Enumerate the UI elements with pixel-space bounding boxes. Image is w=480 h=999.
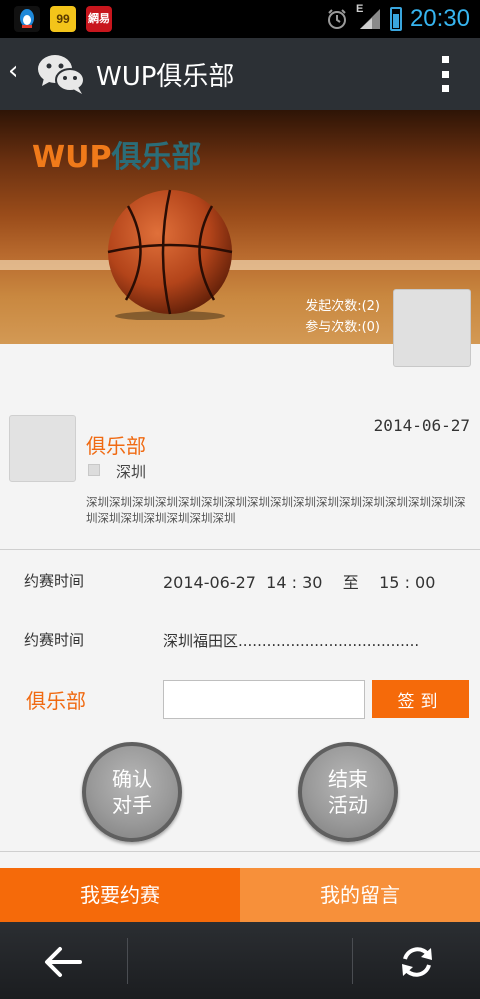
club-stats: 发起次数:(2) 参与次数:(0): [305, 296, 380, 338]
confirm-opponent-line1: 确认: [112, 767, 152, 791]
match-place-label: 约赛时间: [24, 631, 85, 649]
divider: [0, 851, 480, 852]
club-location: 深圳: [116, 463, 147, 481]
checkin-button[interactable]: 签到: [372, 680, 469, 718]
tab-make-match[interactable]: 我要约赛: [0, 868, 240, 922]
page-title: WUP俱乐部: [96, 62, 235, 92]
banner-title-club: 俱乐部: [111, 140, 202, 175]
tab-my-messages[interactable]: 我的留言: [240, 868, 480, 922]
navigation-bar: [0, 922, 480, 999]
match-place-value: 深圳福田区...................................…: [163, 632, 420, 650]
checkin-club-label: 俱乐部: [26, 689, 86, 713]
divider: [0, 549, 480, 550]
refresh-icon[interactable]: [398, 942, 436, 982]
club-description: 深圳深圳深圳深圳深圳深圳深圳深圳深圳深圳深圳深圳深圳深圳深圳深圳深圳深圳深圳深圳…: [86, 495, 466, 525]
signal-icon: E: [356, 3, 382, 31]
alarm-icon: [327, 9, 346, 29]
title-bar: ‹ WUP俱乐部: [0, 38, 480, 110]
banner-title-wup: WUP: [32, 140, 112, 175]
club-date: 2014-06-27: [373, 416, 470, 435]
overflow-menu-icon[interactable]: [442, 56, 450, 92]
end-activity-line2: 活动: [328, 793, 368, 817]
status-bar: 99 網易 E 20:30: [0, 0, 480, 38]
wangyi-icon: 網易: [86, 6, 112, 32]
match-time-value: 2014-06-27 14 : 30 至 15 : 00: [163, 573, 436, 592]
confirm-opponent-line2: 对手: [112, 793, 152, 817]
back-arrow-icon[interactable]: [40, 942, 86, 982]
banner-title: WUP俱乐部: [32, 132, 201, 176]
club-avatar[interactable]: [9, 415, 76, 482]
checkin-input[interactable]: [163, 680, 365, 719]
match-time-label: 约赛时间: [24, 572, 85, 590]
confirm-opponent-button[interactable]: 确认 对手: [82, 742, 182, 842]
basketball-icon: [107, 189, 233, 320]
end-activity-line1: 结束: [328, 767, 368, 791]
battery-icon: [389, 7, 402, 31]
club-name: 俱乐部: [86, 434, 146, 458]
99-icon: 99: [50, 6, 76, 32]
court-line: [0, 260, 480, 270]
wechat-logo-icon[interactable]: [36, 52, 86, 96]
nav-divider: [352, 938, 353, 984]
qq-icon: [14, 6, 40, 32]
end-activity-button[interactable]: 结束 活动: [298, 742, 398, 842]
join-count: 参与次数:(0): [305, 320, 380, 335]
launch-count: 发起次数:(2): [305, 299, 380, 314]
back-chevron-icon[interactable]: ‹: [8, 56, 18, 86]
location-icon: [88, 464, 100, 476]
nav-divider: [127, 938, 128, 984]
clock: 20:30: [409, 5, 470, 32]
host-avatar[interactable]: [393, 289, 471, 367]
